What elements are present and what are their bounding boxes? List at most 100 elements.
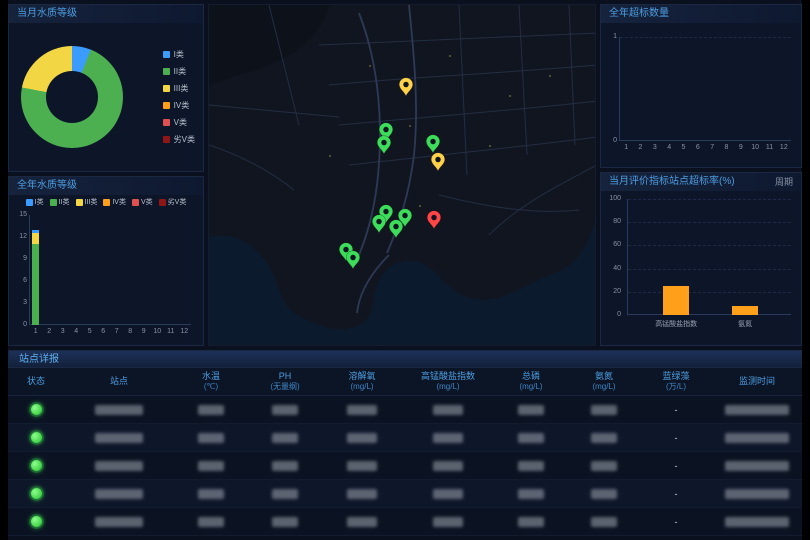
monthly-grade-body: I类 II类 III类 IV类 V类劣V类 (9, 23, 203, 171)
panel-title-text: 全年水质等级 (17, 177, 77, 195)
status-indicator (31, 432, 42, 443)
legend-label: V类 (141, 197, 153, 207)
redacted-value (433, 405, 463, 415)
table-row[interactable]: - (8, 424, 802, 452)
cell-station (64, 432, 174, 443)
redacted-value (518, 489, 544, 499)
annual-legend-item[interactable]: 劣V类 (159, 197, 187, 207)
cell-station (64, 488, 174, 499)
table-row[interactable]: - (8, 452, 802, 480)
monthly-legend-item[interactable]: III类 (163, 83, 195, 94)
annual-legend-item[interactable]: III类 (76, 197, 98, 207)
redacted-value (95, 433, 143, 443)
cell-water-temp (174, 404, 248, 415)
table-row[interactable]: - (8, 480, 802, 508)
cell-dissolved-oxygen (322, 516, 402, 527)
cell-dissolved-oxygen (322, 460, 402, 471)
redacted-value (95, 461, 143, 471)
map-canvas (209, 5, 596, 346)
indicator-category-label: 氨氮 (705, 319, 785, 329)
cell-dissolved-oxygen (322, 488, 402, 499)
table-row[interactable]: - (8, 508, 802, 536)
x-axis-tick: 9 (138, 328, 150, 335)
cell-codmn (402, 488, 494, 499)
stacked-bar-segment (32, 244, 39, 325)
x-axis-tick: 8 (721, 144, 733, 151)
redacted-value (591, 489, 617, 499)
x-axis-tick: 9 (735, 144, 747, 151)
cell-total-phosphorus (494, 404, 568, 415)
redacted-value (725, 405, 789, 415)
legend-label: V类 (174, 117, 187, 128)
gridline (628, 245, 791, 246)
x-axis-tick: 11 (165, 328, 177, 335)
cell-station (64, 516, 174, 527)
x-axis-tick: 5 (84, 328, 96, 335)
x-axis-tick: 12 (778, 144, 790, 151)
column-header: 站点 (64, 376, 174, 387)
annual-legend-item[interactable]: II类 (50, 197, 70, 207)
cell-water-temp (174, 516, 248, 527)
gridline (620, 37, 791, 38)
annual-legend-item[interactable]: IV类 (103, 197, 126, 207)
legend-swatch (26, 199, 33, 206)
legend-label: I类 (174, 49, 184, 60)
annual-legend-item[interactable]: I类 (26, 197, 44, 207)
x-axis-tick: 7 (706, 144, 718, 151)
legend-label: III类 (174, 83, 189, 94)
annual-grade-bar-chart: 03691215123456789101112 (9, 209, 203, 345)
redacted-value (272, 405, 298, 415)
annual-legend-item[interactable]: V类 (132, 197, 153, 207)
redacted-value (591, 461, 617, 471)
cell-station (64, 404, 174, 415)
redacted-value (725, 461, 789, 471)
cell-status (8, 460, 64, 471)
x-axis-tick: 6 (692, 144, 704, 151)
column-header: 监测时间 (712, 376, 802, 387)
column-unit: (mg/L) (494, 382, 568, 392)
cell-codmn (402, 404, 494, 415)
column-label: 蓝绿藻 (662, 371, 689, 381)
cell-ph (248, 404, 322, 415)
redacted-value (433, 433, 463, 443)
y-axis-tick: 0 (605, 311, 621, 318)
column-header: 氨氮(mg/L) (568, 371, 640, 392)
legend-swatch (76, 199, 83, 206)
cell-codmn (402, 460, 494, 471)
legend-swatch (159, 199, 166, 206)
panel-title-text: 当月评价指标站点超标率(%) (609, 173, 735, 191)
redacted-value (198, 433, 224, 443)
cell-algae: - (640, 461, 712, 471)
monthly-legend-item[interactable]: IV类 (163, 100, 195, 111)
panel-title-text: 全年超标数量 (609, 5, 669, 23)
monthly-legend-item[interactable]: 劣V类 (163, 134, 195, 145)
panel-annual-grade: 全年水质等级 I类 II类 III类 IV类 V类劣V类 036912151234567… (8, 176, 204, 346)
redacted-value (518, 517, 544, 527)
indicator-bar (663, 286, 689, 315)
redacted-value (272, 461, 298, 471)
stacked-bar-segment (32, 230, 39, 234)
left-column: 当月水质等级 I类II类III类IV类V类劣V类 全年水质等级 I类II类III… (8, 4, 204, 346)
column-header: 总磷(mg/L) (494, 371, 568, 392)
column-unit: (mg/L) (322, 382, 402, 392)
column-label: 站点 (110, 376, 128, 386)
indicator-plot (627, 199, 791, 315)
cell-codmn (402, 432, 494, 443)
column-header: 蓝绿藻(万/L) (640, 371, 712, 392)
cell-total-phosphorus (494, 488, 568, 499)
cell-ph (248, 460, 322, 471)
cell-codmn (402, 516, 494, 527)
monthly-legend-item[interactable]: II类 (163, 66, 195, 77)
legend-swatch (163, 119, 170, 126)
monthly-legend-item[interactable]: I类 (163, 49, 195, 60)
gridline (628, 199, 791, 200)
legend-swatch (163, 85, 170, 92)
panel-annual-exceedance: 全年超标数量 01123456789101112 (600, 4, 802, 168)
monthly-legend-item[interactable]: V类 (163, 117, 195, 128)
redacted-value (433, 489, 463, 499)
cell-status (8, 488, 64, 499)
status-indicator (31, 516, 42, 527)
redacted-value (433, 517, 463, 527)
table-row[interactable]: - (8, 396, 802, 424)
station-map[interactable] (208, 4, 596, 346)
